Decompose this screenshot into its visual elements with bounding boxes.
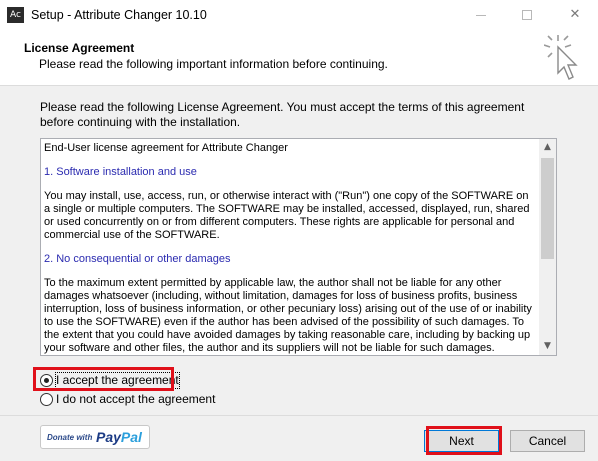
license-textbox[interactable]: End-User license agreement for Attribute… xyxy=(40,138,557,356)
donate-with-text: Donate with xyxy=(47,433,93,442)
page-title: License Agreement xyxy=(24,41,135,55)
maximize-icon xyxy=(522,10,532,20)
license-section-heading: 2. No consequential or other damages xyxy=(44,253,231,265)
scroll-up-icon[interactable]: ▲ xyxy=(539,139,556,156)
vertical-scrollbar[interactable]: ▲ ▼ xyxy=(539,139,556,355)
wizard-cursor-icon xyxy=(544,35,578,80)
next-highlight-box xyxy=(426,426,502,455)
license-paragraph: To the maximum extent permitted by appli… xyxy=(44,277,532,354)
scrollbar-thumb[interactable] xyxy=(541,158,554,259)
paypal-donate-button[interactable]: Donate with PayPal xyxy=(40,425,150,449)
license-paragraph: You may install, use, access, run, or ot… xyxy=(44,190,530,241)
page-subtitle: Please read the following important info… xyxy=(39,57,388,71)
decline-label[interactable]: I do not accept the agreement xyxy=(56,392,215,407)
minimize-icon xyxy=(476,15,486,16)
maximize-button[interactable] xyxy=(504,0,550,31)
minimize-button[interactable] xyxy=(458,0,504,31)
title-bar: Ac Setup - Attribute Changer 10.10 ✕ xyxy=(0,0,598,31)
license-paragraph: End-User license agreement for Attribute… xyxy=(44,142,288,154)
paypal-logo: PayPal xyxy=(96,429,142,445)
decline-radio[interactable] xyxy=(40,393,53,406)
scroll-down-icon[interactable]: ▼ xyxy=(539,338,556,355)
paypal-logo-pal: Pal xyxy=(120,429,142,445)
close-icon: ✕ xyxy=(569,7,581,22)
close-button[interactable]: ✕ xyxy=(552,0,598,31)
accept-highlight-box xyxy=(33,367,174,391)
wizard-header: License Agreement Please read the follow… xyxy=(0,31,598,86)
app-icon: Ac xyxy=(7,7,24,23)
intro-text: Please read the following License Agreem… xyxy=(40,100,525,129)
cancel-button[interactable]: Cancel xyxy=(510,430,585,452)
license-section-heading: 1. Software installation and use xyxy=(44,166,197,178)
paypal-logo-pay: Pay xyxy=(96,429,121,445)
license-content: End-User license agreement for Attribute… xyxy=(44,142,534,355)
footer-divider xyxy=(0,415,598,416)
window-title: Setup - Attribute Changer 10.10 xyxy=(31,8,207,22)
